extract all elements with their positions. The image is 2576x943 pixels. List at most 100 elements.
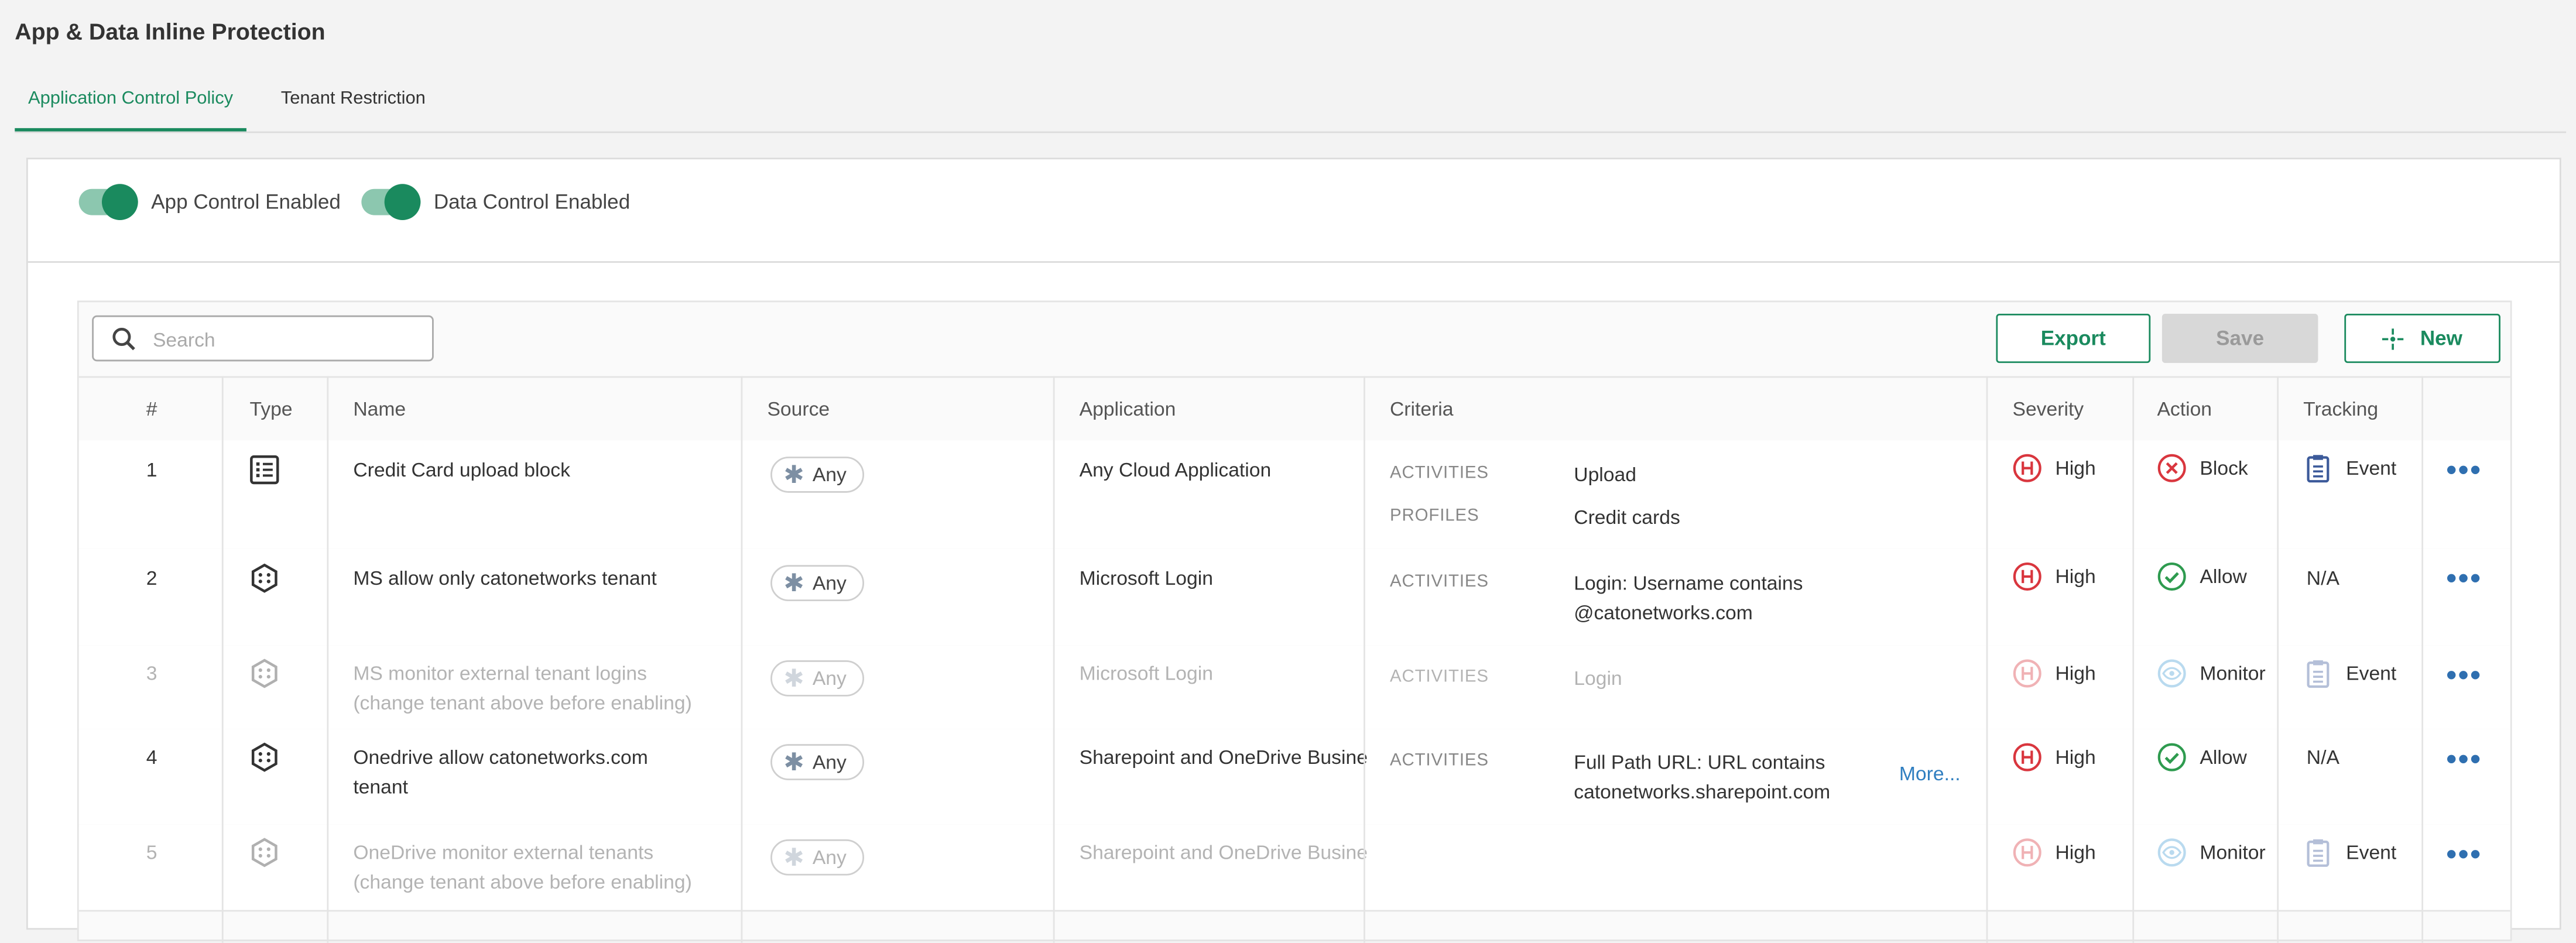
export-button[interactable]: Export (1996, 313, 2151, 364)
criteria-label: ACTIVITIES (1389, 667, 1489, 687)
header-num: # (146, 397, 157, 421)
tab-application-control-policy[interactable]: Application Control Policy (15, 79, 246, 132)
criteria-label: ACTIVITIES (1389, 571, 1489, 592)
severity-high-icon (2013, 454, 2041, 482)
rule-name[interactable]: MS allow only catonetworks tenant (353, 563, 731, 593)
severity-value: High (2055, 661, 2096, 685)
monitor-eye-icon (2157, 838, 2186, 867)
severity-cell: High (2012, 742, 2096, 772)
criteria-value: Upload (1574, 463, 1636, 486)
source-pill[interactable]: ✱ Any (770, 660, 865, 697)
header-severity[interactable]: Severity (2012, 378, 2084, 440)
rule-name-line-2[interactable]: (change tenant above before enabling) (353, 688, 691, 718)
header-tracking[interactable]: Tracking (2303, 378, 2378, 440)
any-asterisk-icon: ✱ (783, 664, 804, 692)
action-value: Monitor (2200, 841, 2266, 865)
any-asterisk-icon: ✱ (783, 843, 804, 872)
table-row[interactable]: 3 MS monitor external tenant logins (cha… (78, 645, 2510, 731)
row-menu-icon[interactable]: ••• (2446, 744, 2482, 774)
header-type: Type (249, 397, 293, 421)
criteria-label: ACTIVITIES (1389, 750, 1489, 771)
header-action[interactable]: Action (2157, 378, 2212, 440)
row-menu-icon[interactable]: ••• (2446, 660, 2482, 690)
action-value: Allow (2200, 745, 2247, 769)
application-value: Microsoft Login (1079, 661, 1213, 685)
column-divider (327, 376, 329, 943)
rule-name-line-2[interactable]: tenant (353, 772, 408, 802)
new-button-label: New (2420, 327, 2462, 350)
app-control-toggle[interactable]: App Control Enabled (78, 182, 341, 221)
source-pill[interactable]: ✱ Any (770, 565, 865, 602)
row-menu-icon[interactable]: ••• (2446, 455, 2482, 485)
table-row[interactable]: 1 Credit Card upload block ✱ Any Any Clou… (78, 440, 2510, 551)
column-divider (1053, 376, 1055, 943)
source-pill[interactable]: ✱ Any (770, 839, 865, 876)
data-control-switch[interactable] (361, 184, 421, 221)
source-pill[interactable]: ✱ Any (770, 744, 865, 780)
severity-cell: High (2012, 838, 2096, 867)
rule-name-line-1[interactable]: Onedrive allow catonetworks.com (353, 742, 648, 772)
hexagon-icon (250, 742, 280, 780)
source-value: Any (812, 571, 847, 595)
table-row[interactable]: 2 MS allow only catonetworks tenant ✱ Any… (78, 548, 2510, 647)
tracking-value: Event (2346, 661, 2397, 685)
data-control-toggle[interactable]: Data Control Enabled (361, 182, 630, 221)
action-value: Block (2200, 457, 2248, 480)
action-cell: Allow (2157, 562, 2247, 592)
row-menu-icon[interactable]: ••• (2446, 839, 2482, 869)
criteria-value-line-1: Full Path URL: URL contains (1574, 750, 1825, 774)
search-box[interactable] (92, 315, 434, 362)
criteria-label: ACTIVITIES (1389, 463, 1489, 483)
more-criteria-link[interactable]: More... (1899, 762, 1961, 785)
application-value: Sharepoint and OneDrive Busine (1079, 745, 1367, 769)
table-row[interactable]: 5 OneDrive monitor external tenants (cha… (78, 824, 2510, 912)
source-pill[interactable]: ✱ Any (770, 457, 865, 493)
app-control-switch[interactable] (78, 184, 138, 221)
tracking-cell: Event (2303, 453, 2396, 483)
row-menu-icon[interactable]: ••• (2446, 563, 2482, 593)
row-number: 1 (146, 458, 157, 482)
header-source[interactable]: Source (767, 378, 830, 440)
action-cell: Block (2157, 453, 2248, 483)
hexagon-icon (250, 563, 280, 601)
block-icon (2157, 454, 2186, 482)
clipboard-event-icon (2307, 839, 2330, 867)
application-value: Any Cloud Application (1079, 458, 1272, 482)
severity-value: High (2055, 745, 2096, 769)
search-icon (112, 327, 135, 351)
table-row[interactable]: 4 Onedrive allow catonetworks.com tenant… (78, 729, 2510, 827)
list-icon (250, 455, 280, 493)
monitor-eye-icon (2157, 659, 2186, 688)
toggle-bar: App Control Enabled Data Control Enabled (28, 159, 2560, 263)
tab-bar: Application Control Policy Tenant Restri… (15, 79, 2567, 133)
header-criteria[interactable]: Criteria (1390, 378, 1454, 440)
rule-name-line-1[interactable]: MS monitor external tenant logins (353, 659, 647, 688)
tab-tenant-restriction[interactable]: Tenant Restriction (266, 79, 440, 130)
any-asterisk-icon: ✱ (783, 461, 804, 489)
header-name[interactable]: Name (353, 378, 406, 440)
save-button[interactable]: Save (2161, 313, 2318, 364)
criteria-value-line-1: Login: Username contains (1574, 571, 1803, 595)
column-divider (221, 376, 224, 943)
header-application[interactable]: Application (1080, 378, 1176, 440)
severity-value: High (2055, 565, 2096, 588)
new-button[interactable]: New (2344, 313, 2500, 364)
rule-name-line-2[interactable]: (change tenant above before enabling) (353, 867, 691, 897)
source-value: Any (812, 667, 847, 690)
clipboard-event-icon (2307, 660, 2330, 688)
app-control-label: App Control Enabled (151, 190, 341, 214)
criteria-value: Credit cards (1574, 506, 1680, 529)
data-control-label: Data Control Enabled (433, 190, 631, 214)
tracking-cell: Event (2303, 838, 2396, 867)
severity-cell: High (2012, 453, 2096, 483)
severity-high-icon (2013, 743, 2041, 771)
severity-high-icon (2013, 562, 2041, 591)
rule-name-line-1[interactable]: OneDrive monitor external tenants (353, 838, 653, 867)
rule-name[interactable]: Credit Card upload block (353, 455, 731, 485)
row-number: 5 (146, 841, 157, 865)
action-value: Allow (2200, 565, 2247, 588)
search-input[interactable] (149, 323, 419, 356)
action-cell: Allow (2157, 742, 2247, 772)
criteria-value-line-2: catonetworks.sharepoint.com (1574, 780, 1831, 804)
application-value: Microsoft Login (1079, 567, 1213, 590)
